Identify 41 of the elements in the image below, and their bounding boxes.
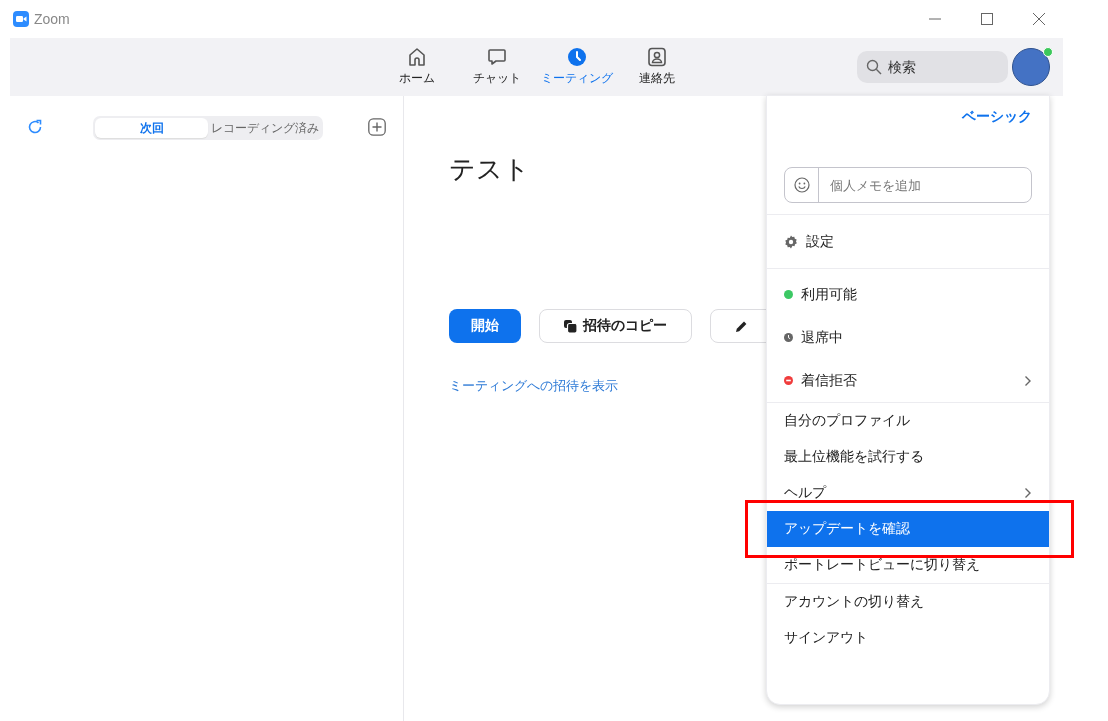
menu-item[interactable]: アップデートを確認 xyxy=(767,511,1049,547)
refresh-icon[interactable] xyxy=(27,119,43,135)
meeting-title: テスト xyxy=(449,153,530,186)
segment-tab[interactable]: レコーディング済み xyxy=(208,118,321,138)
copy-icon xyxy=(564,319,577,333)
menu-item[interactable]: ヘルプ xyxy=(767,475,1049,511)
menu-item[interactable]: 設定 xyxy=(767,223,1049,260)
plan-label[interactable]: ベーシック xyxy=(962,108,1032,126)
menu-item[interactable]: ポートレートビューに切り替え xyxy=(767,547,1049,583)
view-invitation-link[interactable]: ミーティングへの招待を表示 xyxy=(449,377,618,395)
start-button[interactable]: 開始 xyxy=(449,309,521,343)
gear-icon xyxy=(784,234,798,249)
nav-tab[interactable]: チャット xyxy=(456,47,537,87)
memo-field[interactable]: 個人メモを追加 xyxy=(784,167,1032,203)
menu-item[interactable]: アカウントの切り替え xyxy=(767,584,1049,620)
nav-tab[interactable]: 連絡先 xyxy=(616,47,697,87)
menu-item[interactable]: 退席中 xyxy=(767,316,1049,359)
menu-item[interactable]: 自分のプロファイル xyxy=(767,403,1049,439)
menu-item[interactable]: 最上位機能を試行する xyxy=(767,439,1049,475)
nav-tab[interactable]: ミーティング xyxy=(536,47,617,87)
search-field[interactable]: 検索 xyxy=(857,51,1008,83)
menu-item[interactable]: 着信拒否 xyxy=(767,359,1049,402)
pencil-icon xyxy=(735,319,748,333)
search-icon xyxy=(866,59,882,75)
add-icon[interactable] xyxy=(368,118,386,136)
menu-item[interactable]: サインアウト xyxy=(767,620,1049,656)
copy-invite-button[interactable]: 招待のコピー xyxy=(539,309,692,343)
clock-icon xyxy=(566,47,587,67)
avatar[interactable] xyxy=(1012,48,1050,86)
speech-bubble-icon xyxy=(486,47,507,67)
clock-icon xyxy=(784,333,793,342)
menu-item[interactable]: 利用可能 xyxy=(767,273,1049,316)
segment-tab[interactable]: 次回 xyxy=(95,118,208,138)
contact-card-icon xyxy=(646,47,667,67)
status-dot-icon xyxy=(784,290,793,299)
camera-logo-icon xyxy=(13,11,29,27)
nav-tab[interactable]: ホーム xyxy=(376,47,457,87)
house-icon xyxy=(406,47,427,67)
minus-circle-icon xyxy=(784,376,793,385)
smiley-icon xyxy=(793,177,810,193)
window-title: Zoom xyxy=(34,11,70,27)
